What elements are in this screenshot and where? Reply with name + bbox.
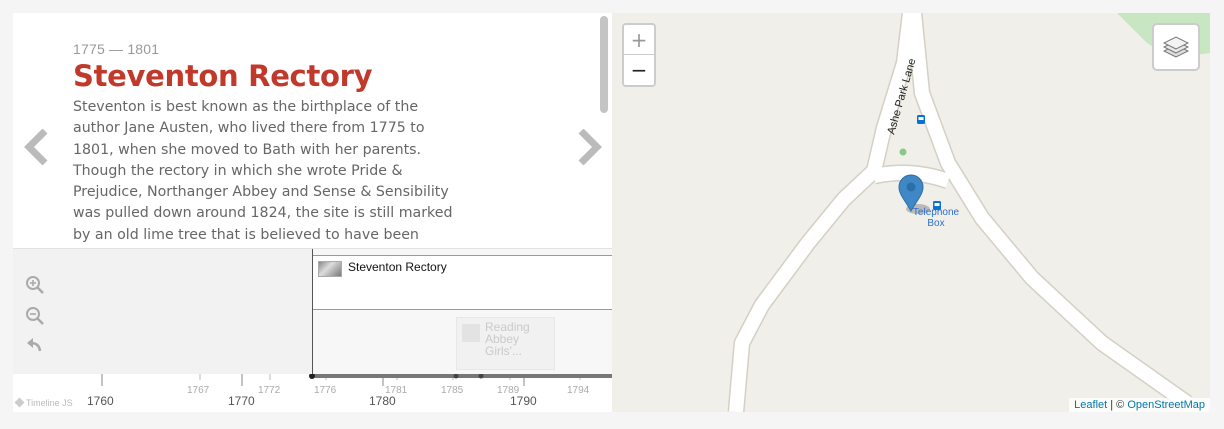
poi-label: Telephone <box>913 207 960 218</box>
marker-thumbnail <box>318 261 342 277</box>
timeline-navigation: Steventon Rectory Reading Abbey Girls'..… <box>13 248 612 412</box>
map-canvas[interactable]: Ashe Park Lane Telephone Box <box>612 13 1210 412</box>
slide-area: 1775 — 1801 Steventon Rectory Steventon … <box>13 13 612 248</box>
axis-minor-label: 1772 <box>258 385 281 396</box>
attribution-separator: | © <box>1107 399 1128 411</box>
map-zoom-out-button[interactable]: − <box>624 55 654 85</box>
map-attribution: Leaflet | © OpenStreetMap <box>1069 398 1210 412</box>
next-slide-arrow-icon[interactable] <box>575 129 603 165</box>
axis-major-label: 1790 <box>510 394 537 408</box>
poi-dot <box>899 148 907 156</box>
timeline-marker[interactable]: Reading Abbey Girls'... <box>456 317 555 370</box>
axis-major-label: 1760 <box>87 394 114 408</box>
timeline-axis-svg: 1760 1770 1780 1790 1767 1772 1776 1781 … <box>87 374 612 408</box>
layers-icon <box>1162 36 1190 58</box>
timelinejs-credit[interactable]: Timeline JS <box>14 397 73 408</box>
slide-text: 1775 — 1801 Steventon Rectory Steventon … <box>73 41 453 246</box>
marker-label: Steventon Rectory <box>348 260 447 274</box>
slide-body: Steventon is best known as the birthplac… <box>73 99 453 243</box>
axis-major-label: 1770 <box>228 394 255 408</box>
axis-major-label: 1780 <box>369 394 396 408</box>
slide-scrollbar[interactable] <box>600 16 608 113</box>
map-panel[interactable]: Ashe Park Lane Telephone Box + − Leaflet… <box>612 13 1210 412</box>
app-frame: 1775 — 1801 Steventon Rectory Steventon … <box>0 0 1224 429</box>
axis-minor-label: 1767 <box>187 385 210 396</box>
slide-date: 1775 — 1801 <box>73 41 160 57</box>
timeline-marker-area: Steventon Rectory Reading Abbey Girls'..… <box>312 249 612 376</box>
back-to-start-icon[interactable] <box>25 335 45 355</box>
previous-slide-arrow-icon[interactable] <box>23 129 51 165</box>
timeline-event-dot <box>309 374 315 379</box>
axis-minor-label: 1781 <box>385 385 408 396</box>
map-zoom-in-button[interactable]: + <box>624 25 654 55</box>
layers-button[interactable] <box>1152 23 1200 71</box>
poi-label: Box <box>927 218 944 229</box>
axis-minor-label: 1794 <box>567 385 590 396</box>
axis-minor-label: 1785 <box>441 385 464 396</box>
roads <box>727 13 1192 412</box>
timelinejs-logo-icon <box>14 397 25 408</box>
timeline-marker-active[interactable]: Steventon Rectory <box>313 255 612 310</box>
openstreetmap-link[interactable]: OpenStreetMap <box>1127 399 1205 411</box>
bus-stop-icon <box>917 115 925 124</box>
leaflet-link[interactable]: Leaflet <box>1074 399 1107 411</box>
timeline-axis: 1760 1770 1780 1790 1767 1772 1776 1781 … <box>13 374 612 412</box>
map-zoom-control: + − <box>622 23 656 87</box>
marker-label: Reading Abbey Girls'... <box>485 320 530 358</box>
zoom-out-icon[interactable] <box>25 306 45 326</box>
credit-text: Timeline JS <box>26 398 73 408</box>
axis-minor-label: 1776 <box>314 385 337 396</box>
zoom-in-icon[interactable] <box>25 275 45 295</box>
timeline-panel: 1775 — 1801 Steventon Rectory Steventon … <box>13 13 612 412</box>
slide-title: Steventon Rectory <box>73 59 373 93</box>
axis-minor-label: 1789 <box>497 385 520 396</box>
timeline-era-bar <box>312 374 612 378</box>
marker-thumbnail <box>462 324 480 342</box>
